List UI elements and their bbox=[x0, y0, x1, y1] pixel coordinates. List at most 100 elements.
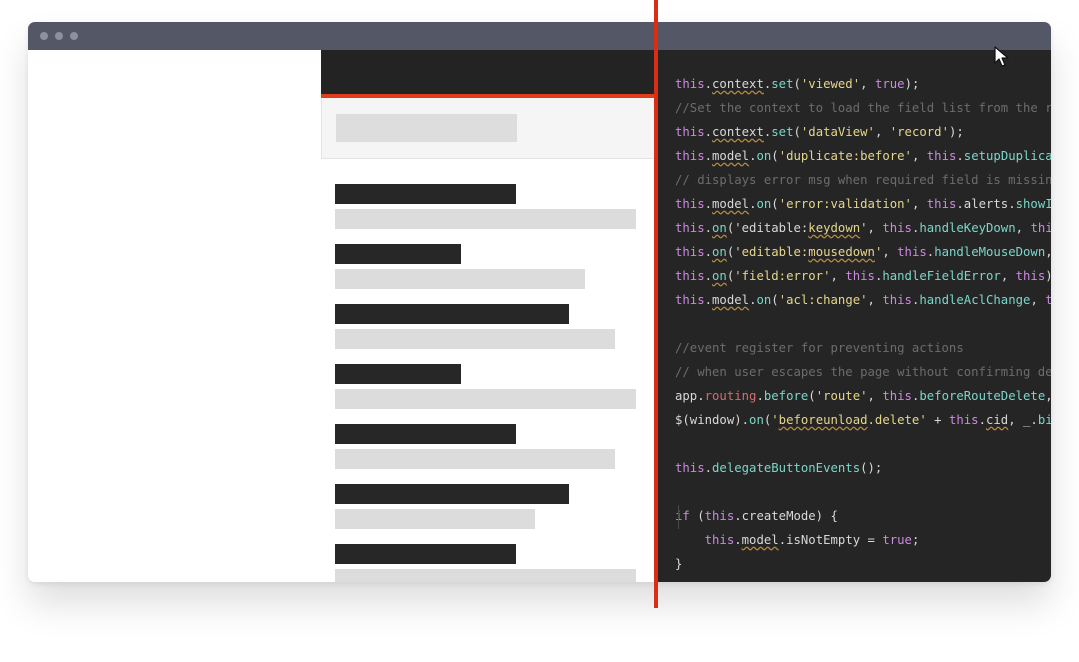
code-token: . bbox=[704, 293, 713, 307]
code-editor[interactable]: this.context.set('viewed', true);//Set t… bbox=[655, 50, 1051, 582]
code-line: this.on('editable:keydown', this.handleK… bbox=[675, 220, 1051, 236]
code-token: ( bbox=[689, 509, 705, 523]
code-token: model bbox=[712, 149, 750, 163]
code-token: 'record' bbox=[889, 125, 949, 139]
code-token: 'route' bbox=[815, 389, 868, 403]
code-token: , _. bbox=[1008, 413, 1038, 427]
code-line: this.model.isNotEmpty = true; bbox=[675, 532, 920, 548]
field-label-placeholder bbox=[335, 304, 569, 324]
code-token: routing bbox=[704, 389, 757, 403]
code-line: //event register for preventing actions bbox=[675, 340, 964, 356]
code-token: this bbox=[897, 245, 927, 259]
maximize-dot[interactable] bbox=[70, 32, 78, 40]
code-token: on bbox=[756, 149, 772, 163]
code-token: //Set the context to load the field list… bbox=[675, 101, 1051, 115]
code-token: ( bbox=[771, 149, 779, 163]
field-value-placeholder bbox=[335, 329, 615, 349]
code-token: on bbox=[712, 269, 727, 283]
code-token: $(window). bbox=[675, 413, 750, 427]
code-token: showInva bbox=[1015, 197, 1051, 211]
code-token: this bbox=[882, 389, 912, 403]
code-token: . bbox=[756, 389, 764, 403]
code-token: 'editable: bbox=[734, 221, 809, 235]
code-line: app.routing.before('route', this.beforeR… bbox=[675, 388, 1051, 404]
code-line: this.context.set('dataView', 'record'); bbox=[675, 124, 964, 140]
code-token: this bbox=[675, 293, 705, 307]
browser-window: this.context.set('viewed', true);//Set t… bbox=[28, 22, 1051, 582]
code-token: this bbox=[675, 149, 705, 163]
code-token: , bbox=[867, 221, 883, 235]
code-token: . bbox=[978, 413, 986, 427]
code-token: . bbox=[704, 221, 713, 235]
code-token: on bbox=[756, 197, 772, 211]
field-label-placeholder bbox=[335, 244, 461, 264]
code-line: this.model.on('acl:change', this.handleA… bbox=[675, 292, 1051, 308]
code-token: . bbox=[704, 461, 713, 475]
code-token: true bbox=[882, 533, 912, 547]
code-token: // displays error msg when required fiel… bbox=[675, 173, 1051, 187]
code-token: delegateButtonEvents bbox=[712, 461, 861, 475]
code-token: model bbox=[712, 293, 750, 307]
field-value-placeholder bbox=[335, 569, 636, 582]
code-token: this bbox=[926, 197, 957, 211]
split-divider-line bbox=[654, 0, 658, 608]
field-label-placeholder bbox=[335, 484, 569, 504]
field-value-placeholder bbox=[335, 509, 535, 529]
code-token: ( bbox=[771, 293, 779, 307]
code-token: , bbox=[874, 125, 890, 139]
code-token: this bbox=[882, 293, 912, 307]
code-token: this bbox=[882, 221, 912, 235]
code-token: . bbox=[734, 533, 742, 547]
record-title-placeholder bbox=[336, 114, 517, 142]
code-token: set bbox=[771, 77, 794, 91]
code-token: ); bbox=[904, 77, 920, 91]
code-token: context bbox=[712, 77, 764, 91]
code-token: , bbox=[911, 197, 927, 211]
code-token: this bbox=[704, 533, 735, 547]
code-line: this.model.on('duplicate:before', this.s… bbox=[675, 148, 1051, 164]
code-token: . bbox=[704, 197, 713, 211]
code-token: . bbox=[697, 389, 705, 403]
code-token: , bbox=[911, 149, 927, 163]
code-token: , bbox=[882, 245, 898, 259]
field-label-placeholder bbox=[335, 184, 516, 204]
code-line: if (this.createMode) { bbox=[675, 508, 838, 524]
code-token: , bbox=[1030, 293, 1046, 307]
code-token: . bbox=[704, 245, 713, 259]
code-line: // displays error msg when required fiel… bbox=[675, 172, 1051, 188]
code-token: , bbox=[1045, 389, 1051, 403]
code-token: model bbox=[712, 197, 750, 211]
code-token: cid bbox=[986, 413, 1009, 427]
window-titlebar bbox=[28, 22, 1051, 50]
code-token: set bbox=[771, 125, 794, 139]
code-token: ); bbox=[1045, 269, 1051, 283]
code-token: true bbox=[874, 77, 905, 91]
code-token: this bbox=[1045, 293, 1051, 307]
code-token: , bbox=[1045, 245, 1051, 259]
code-line: this.delegateButtonEvents(); bbox=[675, 460, 882, 476]
code-token: // when user escapes the page without co… bbox=[675, 365, 1051, 379]
code-token: on bbox=[712, 221, 727, 235]
code-token: handleAclChange bbox=[919, 293, 1031, 307]
code-token: this bbox=[675, 125, 705, 139]
code-token: handleKeyDown bbox=[919, 221, 1016, 235]
code-token: beforeRouteDelete bbox=[919, 389, 1046, 403]
field-value-placeholder bbox=[335, 269, 585, 289]
code-token: . bbox=[704, 125, 713, 139]
record-fields bbox=[321, 160, 655, 582]
code-token: this bbox=[845, 269, 875, 283]
field-value-placeholder bbox=[335, 449, 615, 469]
field-label-placeholder bbox=[335, 424, 516, 444]
close-dot[interactable] bbox=[40, 32, 48, 40]
code-token: this bbox=[675, 221, 705, 235]
code-token: context bbox=[712, 125, 764, 139]
code-token: .isNotEmpty = bbox=[778, 533, 883, 547]
code-token: handleFieldError bbox=[882, 269, 1001, 283]
code-token: 'acl:change' bbox=[778, 293, 868, 307]
code-token: ( bbox=[771, 197, 779, 211]
code-token: this bbox=[675, 77, 705, 91]
code-token: ' bbox=[771, 413, 779, 427]
code-token: before bbox=[763, 389, 809, 403]
minimize-dot[interactable] bbox=[55, 32, 63, 40]
code-token: handleMouseDown bbox=[934, 245, 1046, 259]
